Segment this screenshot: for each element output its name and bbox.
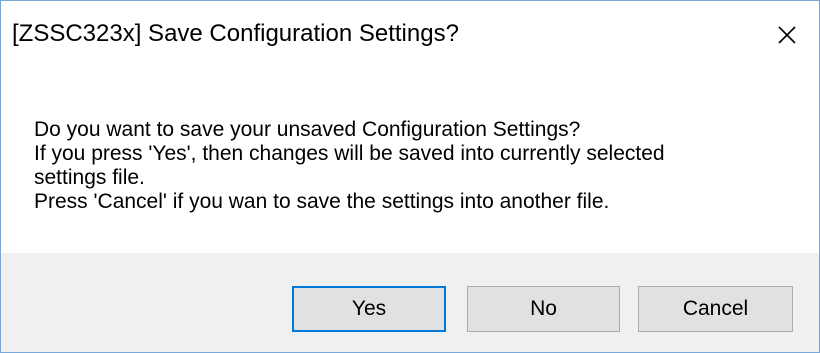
close-button[interactable] xyxy=(755,1,819,69)
dialog-message: Do you want to save your unsaved Configu… xyxy=(34,118,665,214)
button-bar: Yes No Cancel xyxy=(1,253,819,352)
no-button[interactable]: No xyxy=(467,286,620,332)
window-title: [ZSSC323x] Save Configuration Settings? xyxy=(12,20,459,47)
dialog-content: Do you want to save your unsaved Configu… xyxy=(1,69,819,253)
message-line: settings file. xyxy=(34,166,145,189)
close-icon xyxy=(777,25,797,45)
save-settings-dialog: [ZSSC323x] Save Configuration Settings? … xyxy=(0,0,820,353)
cancel-button[interactable]: Cancel xyxy=(638,286,793,332)
yes-button[interactable]: Yes xyxy=(292,286,446,332)
message-line: Do you want to save your unsaved Configu… xyxy=(34,118,581,141)
message-line: Press 'Cancel' if you wan to save the se… xyxy=(34,190,610,213)
message-line: If you press 'Yes', then changes will be… xyxy=(34,142,665,165)
title-bar[interactable]: [ZSSC323x] Save Configuration Settings? xyxy=(1,1,819,69)
